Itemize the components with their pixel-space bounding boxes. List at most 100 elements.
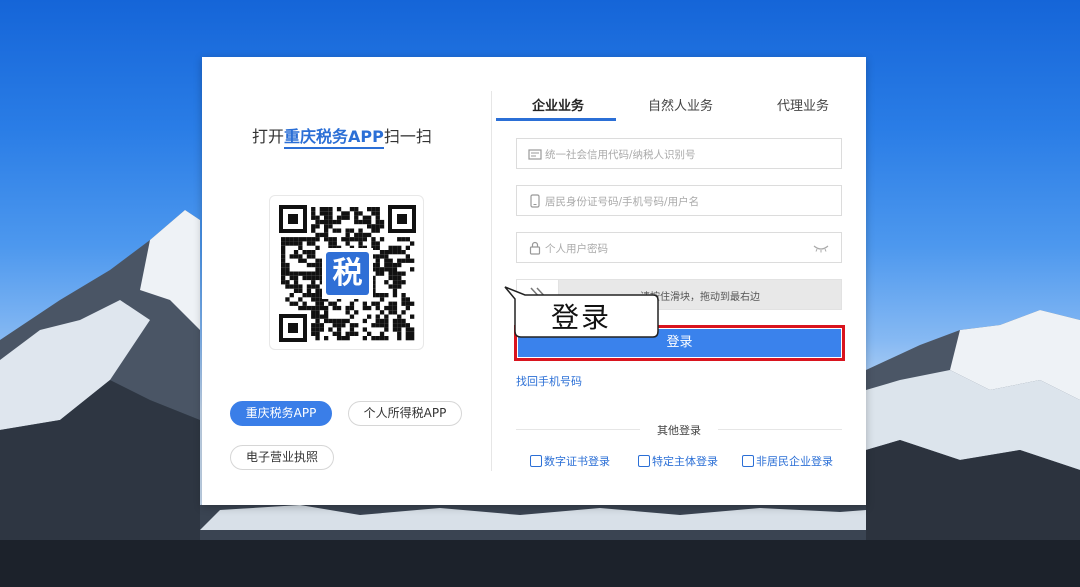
e-business-license-button[interactable]: 电子营业执照 [230, 445, 334, 470]
qr-module [289, 275, 294, 281]
qr-module [397, 258, 402, 263]
qr-module [379, 331, 385, 336]
qr-module [401, 301, 406, 306]
specific-entity-label: 特定主体登录 [652, 455, 718, 468]
qr-module [354, 219, 359, 225]
qr-module [319, 323, 324, 328]
qr-module [315, 327, 320, 332]
qr-module [328, 327, 333, 332]
qr-module [401, 280, 406, 285]
recover-phone-link[interactable]: 找回手机号码 [516, 373, 582, 389]
qr-module [315, 331, 320, 336]
qr-module [371, 237, 376, 242]
qr-module [379, 219, 385, 225]
qr-module [311, 284, 316, 289]
qr-module [379, 323, 385, 328]
qr-module [298, 245, 303, 250]
qr-module [362, 336, 367, 341]
qr-module [302, 258, 307, 263]
qr-module [375, 314, 380, 319]
qr-module [306, 237, 312, 242]
qr-module [341, 237, 346, 242]
eye-closed-icon[interactable] [813, 243, 829, 253]
qr-module [324, 215, 329, 220]
qr-module [375, 336, 380, 341]
qr-module [332, 331, 337, 336]
qr-module [319, 314, 324, 319]
non-resident-enterprise-login[interactable]: 非居民企业登录 [742, 453, 833, 469]
qr-code-box: 税 [269, 195, 424, 350]
qr-module [306, 241, 312, 246]
qr-module [332, 228, 337, 233]
tab-natural-person[interactable]: 自然人业务 [648, 95, 713, 114]
qr-center-logo: 税 [333, 256, 363, 291]
qr-module [358, 211, 363, 216]
qr-module [332, 318, 337, 324]
qr-module [388, 301, 393, 306]
qr-module [311, 310, 316, 315]
qr-module [384, 336, 389, 341]
qr-module [362, 215, 367, 220]
qr-module [281, 254, 286, 259]
qr-module [397, 318, 402, 324]
qr-module [302, 301, 307, 306]
specific-entity-login[interactable]: 特定主体登录 [638, 453, 718, 469]
qr-module [371, 228, 376, 233]
qr-module [388, 245, 393, 250]
qr-module [410, 267, 415, 272]
qr-module [311, 314, 316, 319]
divider-line-right [718, 429, 842, 430]
qr-title-suffix: 扫一扫 [383, 127, 432, 146]
qr-module [384, 293, 389, 298]
qr-module [401, 258, 406, 263]
password-input[interactable]: 个人用户密码 [516, 232, 842, 263]
qr-module [375, 271, 380, 276]
qr-module [371, 241, 376, 246]
qr-module [345, 237, 350, 242]
qr-module [324, 318, 329, 324]
qr-module [336, 336, 342, 341]
divider-line-left [516, 429, 640, 430]
qr-module [345, 211, 350, 216]
other-login-title: 其他登录 [657, 424, 701, 437]
digital-certificate-label: 数字证书登录 [544, 455, 610, 468]
qr-module [293, 271, 299, 276]
user-id-input[interactable]: 居民身份证号码/手机号码/用户名 [516, 185, 842, 216]
qr-module [401, 310, 406, 315]
credit-code-input[interactable]: 统一社会信用代码/纳税人识别号 [516, 138, 842, 169]
chongqing-tax-app-button[interactable]: 重庆税务APP [230, 401, 332, 426]
qr-module [392, 288, 398, 293]
qr-module [293, 241, 299, 246]
qr-module [285, 262, 290, 268]
qr-module [384, 254, 389, 259]
qr-module [375, 262, 380, 268]
qr-module [289, 284, 294, 289]
qr-module [311, 271, 316, 276]
qr-module [315, 262, 320, 268]
qr-module [311, 237, 316, 242]
tab-agent[interactable]: 代理业务 [777, 95, 829, 114]
digital-certificate-login[interactable]: 数字证书登录 [530, 453, 610, 469]
qr-module [375, 215, 380, 220]
qr-module [315, 245, 320, 250]
qr-module [315, 323, 320, 328]
qr-module [319, 207, 324, 212]
qr-module [375, 228, 380, 233]
qr-module [302, 305, 307, 311]
qr-module [281, 275, 286, 281]
qr-module [311, 327, 316, 332]
qr-module [367, 215, 372, 220]
qr-module [384, 305, 389, 311]
qr-module [362, 237, 367, 242]
qr-module [311, 215, 316, 220]
qr-module [319, 211, 324, 216]
qr-module [405, 323, 410, 328]
qr-module [379, 237, 385, 242]
personal-income-tax-app-button[interactable]: 个人所得税APP [348, 401, 462, 426]
qr-module [362, 232, 367, 238]
qr-module [315, 215, 320, 220]
tab-enterprise[interactable]: 企业业务 [532, 95, 584, 114]
qr-module [289, 293, 294, 298]
qr-module [306, 275, 312, 281]
qr-module [345, 336, 350, 341]
